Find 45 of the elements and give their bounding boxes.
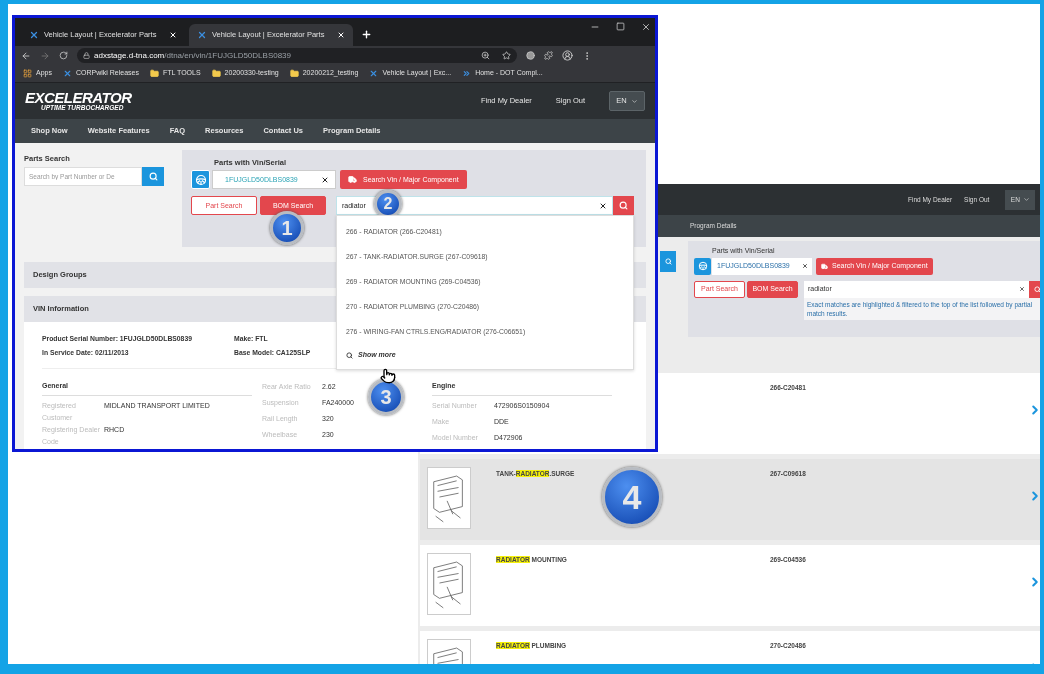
caret-icon [1022, 196, 1030, 203]
search-button[interactable] [1029, 280, 1040, 298]
x-logo-icon [62, 69, 72, 78]
close-window-icon[interactable] [641, 22, 651, 32]
truck-icon [348, 175, 357, 185]
new-tab-icon[interactable] [361, 29, 372, 40]
folder-icon [211, 69, 221, 78]
steering-wheel-icon [697, 261, 708, 271]
x-logo-icon [197, 30, 207, 40]
truck-icon [821, 262, 828, 270]
folder-icon [289, 69, 299, 78]
search-icon [664, 258, 672, 265]
x-logo-icon [29, 30, 39, 40]
reload-icon[interactable] [59, 51, 68, 60]
bookmark-star-icon[interactable] [502, 51, 511, 60]
profile-icon[interactable] [562, 50, 573, 61]
steering-wheel-button[interactable] [191, 170, 210, 190]
folder-icon [150, 69, 159, 78]
lock-icon [83, 52, 90, 59]
back-icon[interactable] [21, 50, 31, 61]
search-icon [148, 172, 158, 182]
close-tab-icon[interactable] [337, 31, 345, 39]
search-icon [619, 201, 628, 211]
close-tab-icon[interactable] [169, 31, 177, 39]
url-text: adxstage.d-tna.com/dtna/en/vin/1FUJGLD50DLBS0839 [94, 49, 292, 62]
maximize-icon[interactable] [616, 22, 625, 31]
chevrons-icon [462, 69, 472, 78]
x-logo-icon [369, 69, 379, 78]
search-button[interactable] [142, 167, 164, 187]
clear-icon[interactable] [321, 175, 329, 184]
clear-icon[interactable] [599, 201, 607, 210]
apps-grid-icon [23, 69, 32, 78]
search-icon [1033, 285, 1040, 293]
parts-diagram-thumbnail [427, 467, 471, 529]
search-icon [346, 351, 353, 359]
steering-wheel-icon [194, 173, 207, 186]
url-field[interactable]: adxstage.d-tna.com/dtna/en/vin/1FUJGLD50DLBS0839 [77, 48, 517, 63]
clear-icon[interactable] [802, 263, 808, 269]
steering-wheel-button[interactable] [694, 257, 711, 275]
search-button[interactable] [613, 196, 634, 216]
extension-icon[interactable] [526, 51, 535, 60]
parts-diagram-thumbnail [427, 553, 471, 615]
extensions-icon[interactable] [544, 51, 553, 60]
caret-icon [630, 97, 638, 105]
zoom-icon[interactable] [481, 51, 490, 60]
